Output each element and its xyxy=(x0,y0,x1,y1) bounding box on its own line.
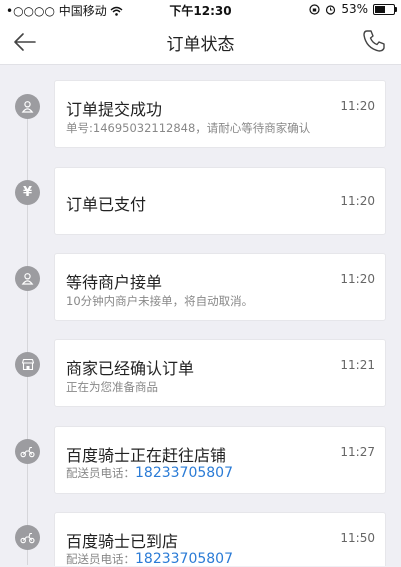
orientation-lock-icon xyxy=(309,3,320,15)
status-bar: •○○○○ 中国移动 下午12:30 53% xyxy=(0,0,401,20)
courier-phone-label: 配送员电话： xyxy=(66,466,135,480)
nav-bar: 订单状态 xyxy=(0,20,401,65)
event-time: 11:20 xyxy=(340,99,375,113)
event-desc: 10分钟内商户未接单，将自动取消。 xyxy=(66,294,254,308)
alarm-icon xyxy=(326,4,336,15)
user-icon xyxy=(15,266,40,291)
courier-phone-row: 配送员电话：18233705807 xyxy=(66,465,233,481)
event-time: 11:20 xyxy=(340,194,375,208)
event-time: 11:20 xyxy=(340,272,375,286)
battery-icon xyxy=(373,3,397,15)
event-title: 订单已支付 xyxy=(66,195,147,214)
page-title: 订单状态 xyxy=(166,35,235,55)
timeline-event: 订单提交成功 11:20 单号:14695032112848，请耐心等待商家确认 xyxy=(54,80,386,148)
scooter-icon xyxy=(15,439,40,464)
event-title: 订单提交成功 xyxy=(66,100,163,119)
timeline-event: 百度骑士已到店 11:50 配送员电话：18233705807 xyxy=(54,512,386,567)
courier-phone-link[interactable]: 18233705807 xyxy=(135,465,233,481)
event-desc: 单号:14695032112848，请耐心等待商家确认 xyxy=(66,121,311,135)
status-right: 53% xyxy=(309,2,397,16)
timeline-event: 百度骑士正在赶往店铺 11:27 配送员电话：18233705807 xyxy=(54,426,386,494)
event-desc: 正在为您准备商品 xyxy=(66,380,158,394)
timeline-line xyxy=(27,104,28,565)
event-time: 11:21 xyxy=(340,358,375,372)
battery-percent: 53% xyxy=(341,2,368,16)
battery-level xyxy=(375,5,385,13)
event-time: 11:50 xyxy=(340,531,375,545)
timeline-event: 商家已经确认订单 11:21 正在为您准备商品 xyxy=(54,339,386,407)
event-time: 11:27 xyxy=(340,445,375,459)
phone-icon[interactable] xyxy=(361,28,387,54)
courier-phone-label: 配送员电话： xyxy=(66,552,135,566)
timeline-event: 等待商户接单 11:20 10分钟内商户未接单，将自动取消。 xyxy=(54,253,386,321)
event-title: 等待商户接单 xyxy=(66,273,163,292)
scooter-icon xyxy=(15,525,40,550)
user-icon xyxy=(15,94,40,119)
event-title: 百度骑士已到店 xyxy=(66,532,179,551)
event-title: 商家已经确认订单 xyxy=(66,359,195,378)
yen-icon: ¥ xyxy=(15,180,40,205)
timeline-event: 订单已支付 11:20 xyxy=(54,167,386,235)
event-title: 百度骑士正在赶往店铺 xyxy=(66,446,227,465)
store-icon xyxy=(15,352,40,377)
